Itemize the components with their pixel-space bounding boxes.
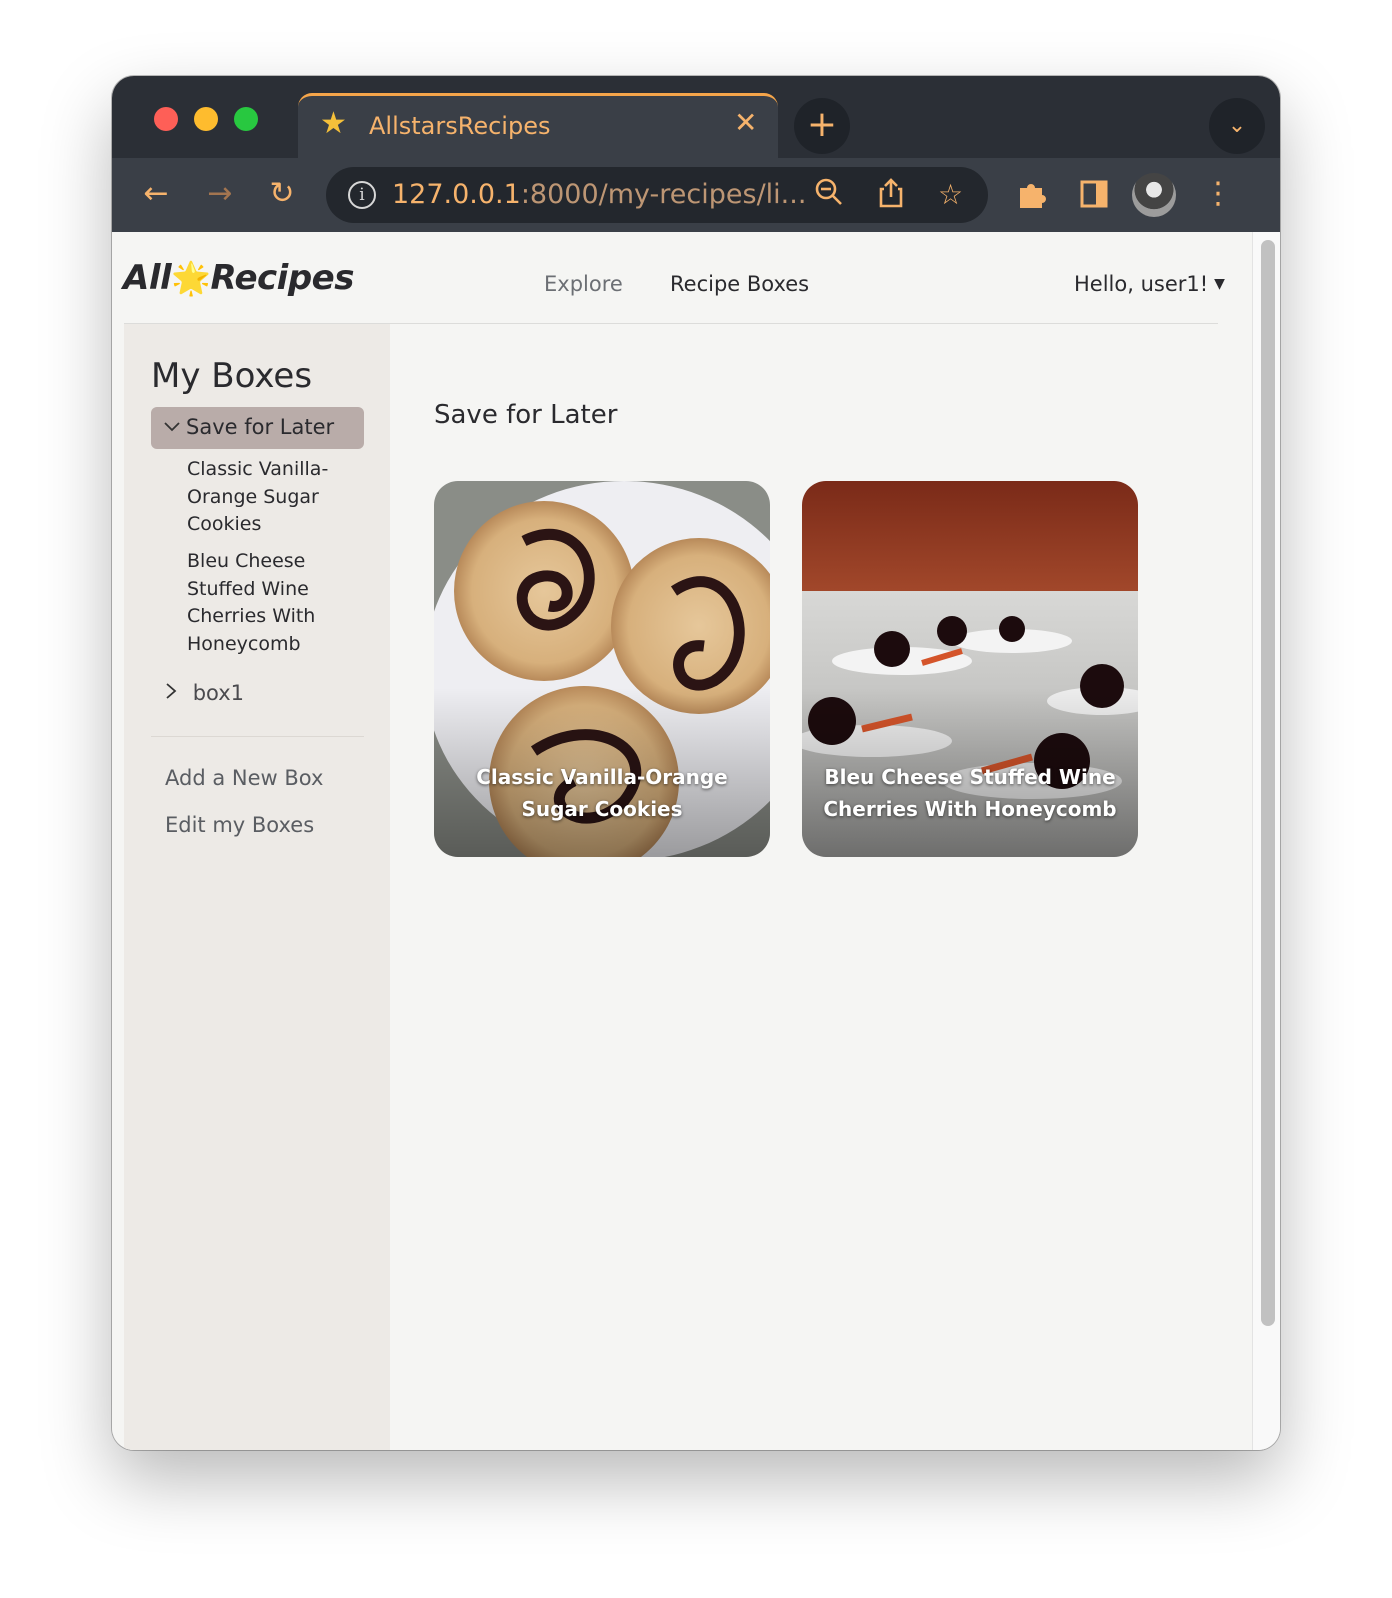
browser-window: ★ AllstarsRecipes ✕ + ⌄ ← → ↻ i 127.0.0.… <box>112 76 1280 1450</box>
browser-toolbar: ← → ↻ i 127.0.0.1:8000/my-recipes/li... … <box>112 158 1280 232</box>
nav-recipe-boxes-link[interactable]: Recipe Boxes <box>670 272 809 296</box>
user-greeting: Hello, user1! <box>1074 272 1209 296</box>
profile-avatar[interactable] <box>1132 173 1176 217</box>
sidebar-box-box1[interactable]: box1 <box>164 681 244 705</box>
star-icon: ★ <box>320 106 347 141</box>
browser-tab[interactable]: ★ AllstarsRecipes ✕ <box>298 93 778 158</box>
tab-title: AllstarsRecipes <box>369 112 551 140</box>
close-window-button[interactable] <box>154 107 178 131</box>
logo-star-icon: 🌟 <box>171 259 211 297</box>
maximize-window-button[interactable] <box>234 107 258 131</box>
add-new-box-link[interactable]: Add a New Box <box>165 766 323 790</box>
minimize-window-button[interactable] <box>194 107 218 131</box>
tab-strip: ★ AllstarsRecipes ✕ + ⌄ <box>112 76 1280 158</box>
address-bar[interactable]: i 127.0.0.1:8000/my-recipes/li... ☆ <box>326 167 988 223</box>
sidebar-recipe-item[interactable]: Classic Vanilla-Orange Sugar Cookies <box>187 456 347 539</box>
extensions-puzzle-icon[interactable] <box>1012 174 1052 214</box>
reload-icon[interactable]: ↻ <box>262 174 302 214</box>
site-logo[interactable]: All🌟Recipes <box>123 258 354 298</box>
sidebar: My Boxes Save for Later Classic Vanilla-… <box>124 324 390 1450</box>
site-info-icon[interactable]: i <box>348 181 376 209</box>
logo-text-left: All <box>123 258 172 298</box>
recipe-card-title: Bleu Cheese Stuffed Wine Cherries With H… <box>823 765 1117 821</box>
close-tab-icon[interactable]: ✕ <box>734 109 757 137</box>
scrollbar-thumb[interactable] <box>1261 240 1275 1326</box>
sidebar-title: My Boxes <box>151 356 313 396</box>
page-content: All🌟Recipes Explore Recipe Boxes Hello, … <box>112 232 1280 1450</box>
new-tab-button[interactable]: + <box>794 98 850 154</box>
forward-arrow-icon[interactable]: → <box>200 174 240 214</box>
sidebar-box-label: Save for Later <box>186 415 335 439</box>
sidebar-recipe-item[interactable]: Bleu Cheese Stuffed Wine Cherries With H… <box>187 548 347 658</box>
bookmark-star-icon[interactable]: ☆ <box>938 177 963 213</box>
more-menu-icon[interactable]: ⋮ <box>1198 174 1238 214</box>
chevron-down-icon <box>163 415 181 441</box>
page-scrollbar[interactable] <box>1252 232 1280 1450</box>
url-path: :8000/my-recipes/li... <box>520 179 807 210</box>
recipe-card[interactable]: Bleu Cheese Stuffed Wine Cherries With H… <box>802 481 1138 857</box>
logo-text-right: Recipes <box>210 258 354 298</box>
side-panel-icon[interactable] <box>1074 174 1114 214</box>
zoom-icon[interactable] <box>814 177 844 216</box>
user-menu-dropdown[interactable]: Hello, user1! ▼ <box>1074 272 1225 296</box>
recipe-card-title: Classic Vanilla-Orange Sugar Cookies <box>476 765 728 821</box>
recipe-card[interactable]: Classic Vanilla-Orange Sugar Cookies <box>434 481 770 857</box>
share-icon[interactable] <box>876 177 906 218</box>
edit-boxes-link[interactable]: Edit my Boxes <box>165 813 314 837</box>
box-title: Save for Later <box>434 400 618 430</box>
caret-down-icon: ▼ <box>1214 276 1225 292</box>
tab-search-chevron-icon[interactable]: ⌄ <box>1209 98 1265 154</box>
sidebar-box-label: box1 <box>192 681 245 705</box>
sidebar-divider <box>151 736 364 737</box>
url-text[interactable]: 127.0.0.1:8000/my-recipes/li... <box>392 179 806 210</box>
sidebar-box-save-for-later[interactable]: Save for Later <box>151 407 364 449</box>
url-host: 127.0.0.1 <box>392 179 521 210</box>
nav-explore-link[interactable]: Explore <box>544 272 623 296</box>
chevron-right-icon <box>164 681 185 705</box>
back-arrow-icon[interactable]: ← <box>136 174 176 214</box>
